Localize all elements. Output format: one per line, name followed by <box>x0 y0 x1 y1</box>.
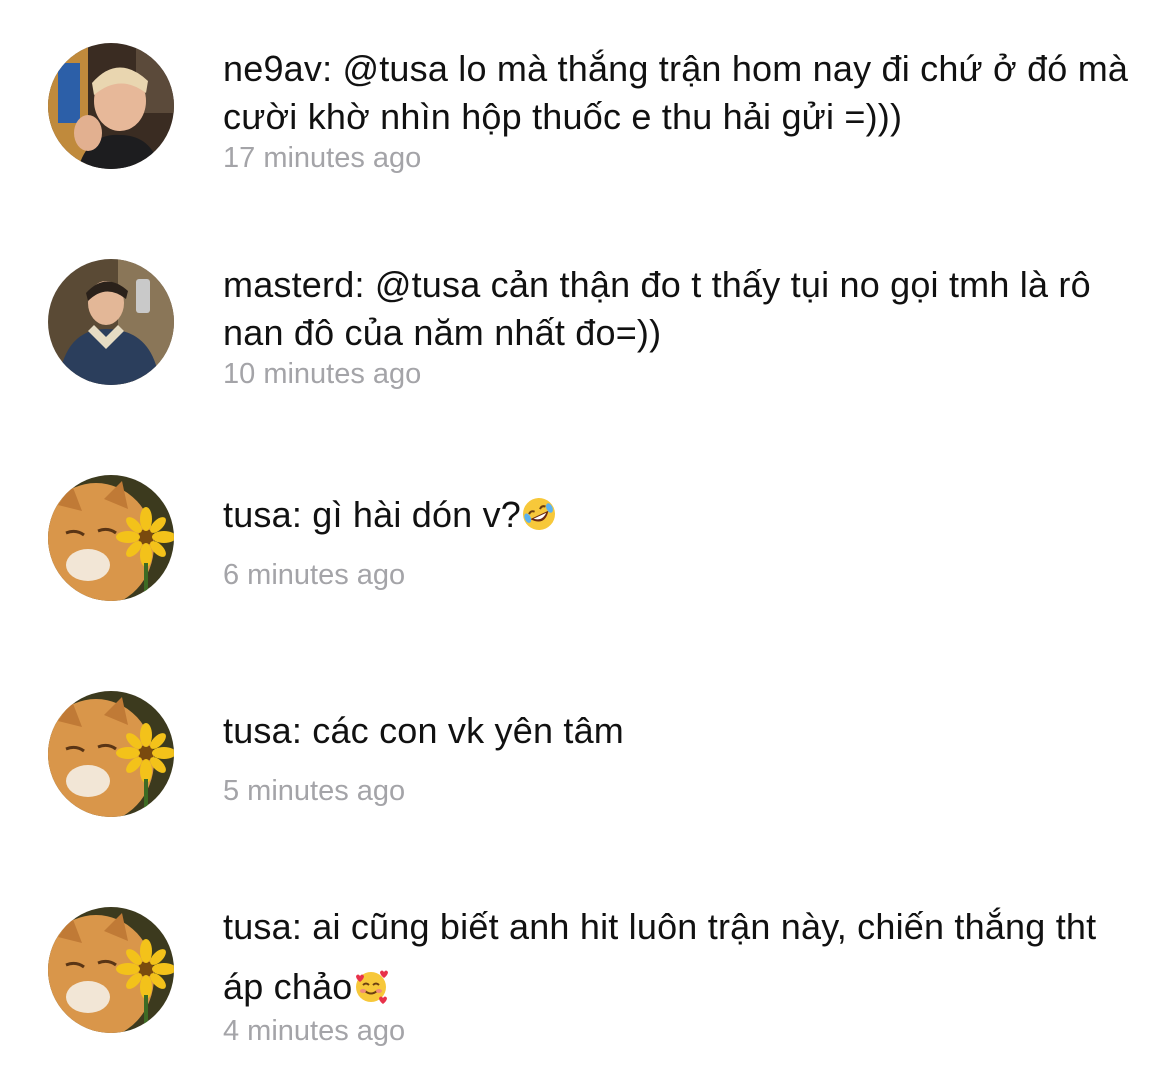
orange-cat-avatar-image <box>48 907 174 1033</box>
comment-timestamp: 5 minutes ago <box>223 775 406 807</box>
rolling-on-floor-laughing-emoji <box>523 498 556 530</box>
comment-text: masterd: @tusa cản thận đo t thấy tụi no… <box>223 264 1091 353</box>
comment-text: tusa: gì hài dón v? <box>223 491 1133 539</box>
avatar[interactable] <box>48 691 174 817</box>
comment-timestamp: 10 minutes ago <box>223 358 422 390</box>
comment-text: tusa: các con vk yên tâm <box>223 710 624 751</box>
avatar[interactable] <box>48 907 174 1033</box>
avatar[interactable] <box>48 475 174 601</box>
comment-timestamp: 6 minutes ago <box>223 559 406 591</box>
orange-cat-avatar-image <box>48 691 174 817</box>
smiling-face-with-hearts-emoji <box>355 970 388 1004</box>
young-man-avatar-image <box>48 43 174 169</box>
comment-timestamp: 4 minutes ago <box>223 1015 406 1047</box>
comment-timestamp: 17 minutes ago <box>223 142 422 174</box>
orange-cat-avatar-image <box>48 475 174 601</box>
comment-text-body: tusa: gì hài dón v? <box>223 494 522 535</box>
man-mirror-avatar-image <box>48 259 174 385</box>
avatar[interactable] <box>48 259 174 385</box>
comment-text: ne9av: @tusa lo mà thắng trận hom nay đi… <box>223 48 1129 137</box>
avatar[interactable] <box>48 43 174 169</box>
comment-text: tusa: ai cũng biết anh hit luôn trận này… <box>223 897 1133 1017</box>
